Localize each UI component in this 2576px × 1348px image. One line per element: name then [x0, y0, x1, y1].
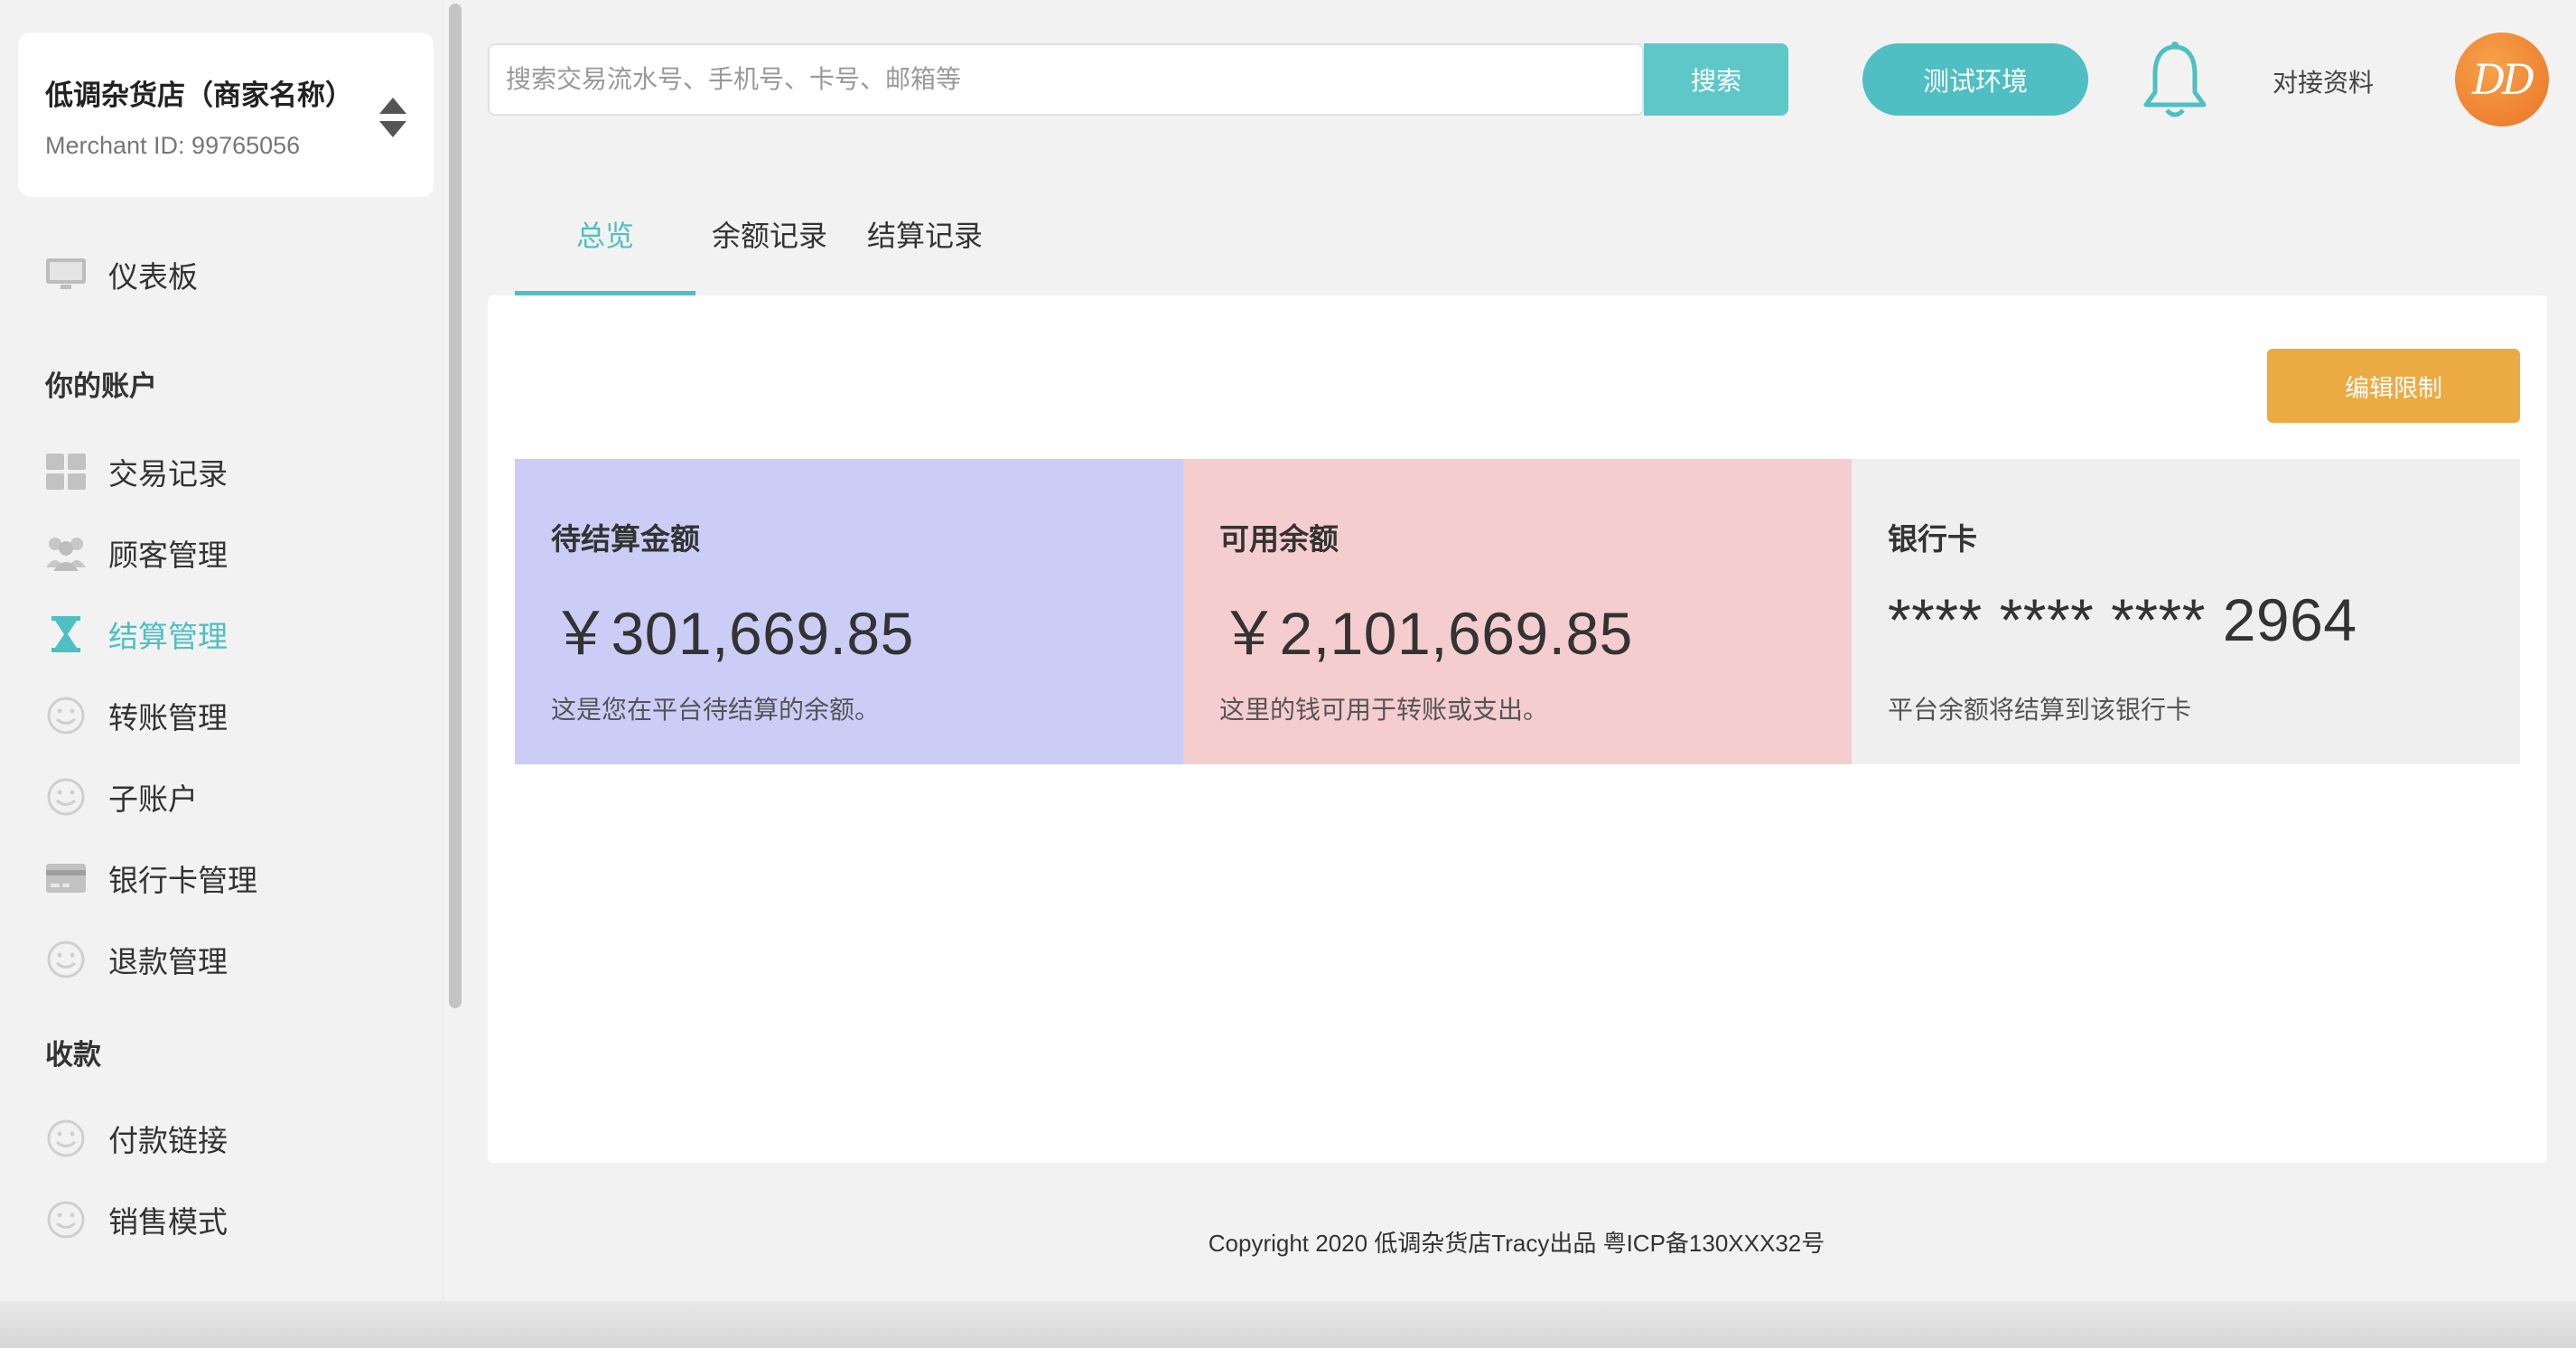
- sidebar-item-refunds[interactable]: 退款管理: [43, 932, 228, 987]
- sort-arrows-icon[interactable]: [378, 96, 408, 139]
- bell-icon[interactable]: [2139, 40, 2211, 121]
- sidebar-item-label: 转账管理: [108, 701, 228, 735]
- card-number: **** **** **** 2964: [1888, 586, 2357, 653]
- sidebar-item-bank-cards[interactable]: 银行卡管理: [43, 851, 257, 905]
- card-title: 银行卡: [1888, 522, 1977, 556]
- sidebar: 低调杂货店（商家名称） Merchant ID: 99765056 仪表板 你的…: [0, 0, 443, 1301]
- edit-limit-button[interactable]: 编辑限制: [2267, 349, 2520, 423]
- sidebar-item-settlement[interactable]: 结算管理: [43, 607, 228, 661]
- smiley-icon: [43, 1119, 89, 1158]
- users-icon: [43, 533, 89, 573]
- card-title: 待结算金额: [551, 522, 700, 556]
- smiley-icon: [43, 940, 89, 979]
- search-input[interactable]: [488, 43, 1646, 116]
- test-environment-button[interactable]: 测试环境: [1862, 43, 2088, 116]
- sidebar-item-label: 退款管理: [108, 945, 228, 978]
- smiley-icon: [43, 777, 89, 817]
- integration-docs-link[interactable]: 对接资料: [2273, 63, 2374, 99]
- sidebar-item-transfers[interactable]: 转账管理: [43, 688, 228, 743]
- sidebar-scrollbar-thumb[interactable]: [449, 4, 462, 1008]
- merchant-switcher[interactable]: 低调杂货店（商家名称） Merchant ID: 99765056: [18, 33, 434, 197]
- smiley-icon: [43, 696, 89, 735]
- sidebar-item-label: 结算管理: [108, 620, 228, 653]
- window-bottom-edge: [0, 1301, 2576, 1348]
- hourglass-icon: [43, 614, 89, 654]
- tab-overview[interactable]: 总览: [576, 213, 634, 255]
- card-title: 可用余额: [1219, 522, 1339, 556]
- sidebar-item-subaccounts[interactable]: 子账户: [43, 770, 198, 824]
- sidebar-item-label: 仪表板: [108, 260, 198, 294]
- sidebar-item-dashboard[interactable]: 仪表板: [43, 248, 198, 302]
- search-button[interactable]: 搜索: [1644, 43, 1788, 116]
- pending-settlement-card: 待结算金额 ￥301,669.85 这是您在平台待结算的余额。: [515, 459, 1183, 764]
- credit-card-icon: [43, 858, 89, 898]
- merchant-id: Merchant ID: 99765056: [45, 132, 301, 159]
- monitor-icon: [43, 255, 89, 295]
- section-heading-account: 你的账户: [45, 370, 157, 402]
- sidebar-item-transactions[interactable]: 交易记录: [43, 445, 228, 499]
- grid-icon: [43, 452, 89, 491]
- available-balance-card: 可用余额 ￥2,101,669.85 这里的钱可用于转账或支出。: [1183, 459, 1852, 764]
- card-description: 这是您在平台待结算的余额。: [551, 696, 881, 724]
- sidebar-item-customers[interactable]: 顾客管理: [43, 526, 228, 580]
- sidebar-item-label: 银行卡管理: [108, 864, 257, 897]
- card-amount: ￥2,101,669.85: [1219, 600, 1633, 667]
- section-heading-collect: 收款: [45, 1039, 101, 1071]
- sidebar-item-label: 交易记录: [108, 457, 228, 491]
- sidebar-item-label: 付款链接: [108, 1124, 228, 1157]
- merchant-name: 低调杂货店（商家名称）: [45, 80, 353, 111]
- bank-card-card: 银行卡 **** **** **** 2964 平台余额将结算到该银行卡: [1852, 459, 2520, 764]
- tab-settlement-records[interactable]: 结算记录: [867, 213, 983, 255]
- tab-balance-records[interactable]: 余额记录: [712, 213, 827, 255]
- sidebar-item-label: 顾客管理: [108, 538, 228, 572]
- avatar[interactable]: DD: [2455, 33, 2549, 126]
- card-description: 这里的钱可用于转账或支出。: [1219, 696, 1549, 724]
- card-description: 平台余额将结算到该银行卡: [1888, 696, 2192, 724]
- card-amount: ￥301,669.85: [551, 600, 914, 667]
- footer-copyright: Copyright 2020 低调杂货店Tracy出品 粤ICP备130XXX3…: [1208, 1230, 1825, 1257]
- sidebar-item-payment-links[interactable]: 付款链接: [43, 1111, 228, 1165]
- sidebar-item-label: 子账户: [108, 782, 198, 816]
